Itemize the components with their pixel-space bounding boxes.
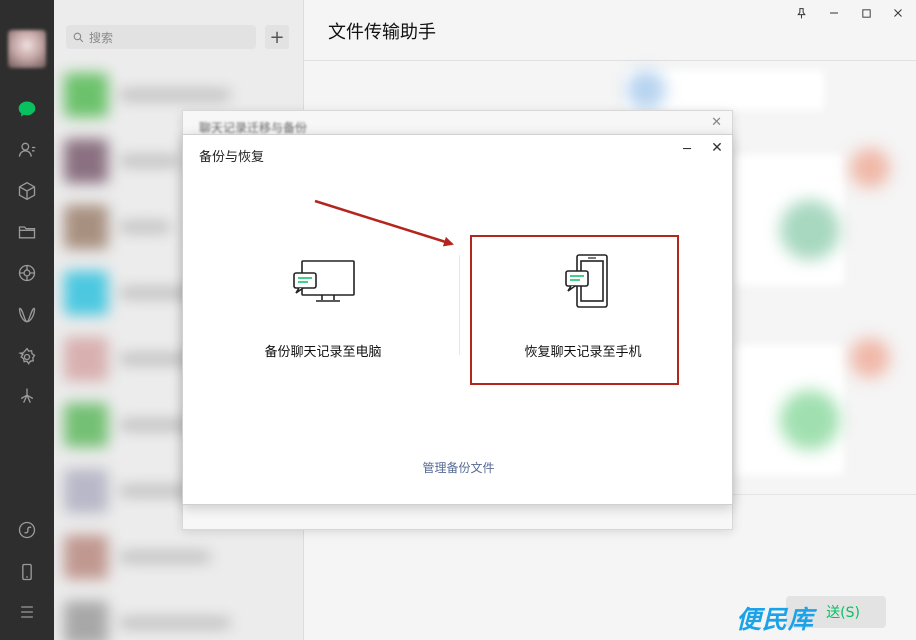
list-item[interactable] [54,524,303,590]
search-input[interactable]: 搜索 [66,25,256,49]
page-title: 文件传输助手 [328,22,436,43]
left-navbar [0,0,54,640]
folder-icon[interactable] [15,220,39,244]
dialog-title: 备份与恢复 [199,150,265,165]
settings-gear-icon[interactable] [15,345,39,369]
search-placeholder: 搜索 [89,30,114,45]
maximize-icon[interactable] [856,4,876,22]
title-divider [304,60,916,61]
computer-chat-icon [223,247,423,317]
star-icon[interactable] [15,384,39,408]
mini-program-icon[interactable] [15,518,39,542]
manage-backup-files-link[interactable]: 管理备份文件 [183,459,734,476]
menu-icon[interactable] [15,600,39,624]
user-avatar[interactable] [8,30,46,68]
message-avatar [850,338,890,378]
backup-restore-dialog: 备份与恢复 ─ ✕ 备份聊天记录至电脑 恢复聊天记录至手机 管理备份文件 [182,134,733,505]
minimize-icon[interactable] [824,4,844,22]
message-card-icon [780,390,840,450]
migration-dialog-close-icon[interactable]: ✕ [711,115,722,130]
message-card-icon [780,200,840,260]
backup-to-pc-label: 备份聊天记录至电脑 [264,345,382,360]
highlight-box [470,235,679,385]
phone-icon[interactable] [15,560,39,584]
contacts-icon[interactable] [15,138,39,162]
pin-icon[interactable] [791,4,811,22]
close-icon[interactable] [888,4,908,22]
search-icon [73,32,84,42]
backup-to-pc-option[interactable]: 备份聊天记录至电脑 [223,247,423,387]
watermark-logo: 便民库 [736,605,815,634]
message-avatar [626,70,666,110]
moments-icon[interactable] [15,261,39,285]
list-item[interactable] [54,590,303,640]
option-divider [459,255,460,355]
message-avatar [850,148,890,188]
channels-icon[interactable] [15,303,39,327]
chat-icon[interactable] [15,97,39,121]
dialog-minimize-icon[interactable]: ─ [679,141,695,157]
dialog-close-icon[interactable]: ✕ [709,140,725,156]
add-chat-button[interactable]: + [265,25,289,49]
box-icon[interactable] [15,179,39,203]
